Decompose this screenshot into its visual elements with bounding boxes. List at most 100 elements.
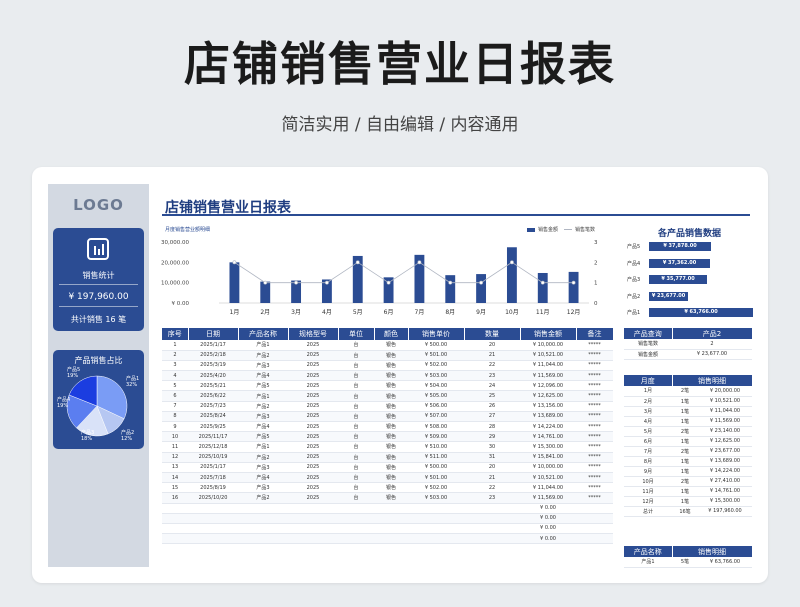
table-cell[interactable]: 产品4 — [238, 370, 288, 382]
table-cell[interactable]: 台 — [338, 492, 374, 504]
table-cell[interactable] — [188, 533, 238, 545]
table-cell[interactable] — [576, 533, 613, 545]
table-cell[interactable] — [162, 513, 188, 524]
table-cell[interactable]: 产品1 — [238, 340, 288, 351]
table-cell[interactable]: 产品2 — [238, 401, 288, 412]
table-cell[interactable] — [464, 513, 520, 524]
table-cell[interactable]: 2025 — [288, 462, 338, 473]
table-cell[interactable]: 2025 — [288, 431, 338, 443]
table-cell[interactable]: 9 — [162, 421, 188, 433]
table-cell[interactable]: 2025/7/23 — [188, 401, 238, 412]
table-cell[interactable]: 2 — [162, 350, 188, 361]
table-cell[interactable] — [374, 533, 408, 545]
query-product-select[interactable]: 产品2 — [672, 328, 753, 339]
table-cell[interactable]: ¥ 15,841.00 — [520, 452, 576, 463]
table-cell[interactable] — [374, 523, 408, 535]
table-cell[interactable]: 银色 — [374, 350, 408, 361]
table-cell[interactable]: ***** — [576, 492, 613, 504]
table-cell[interactable]: ¥ 11,569.00 — [520, 492, 576, 504]
table-cell[interactable]: 台 — [338, 370, 374, 382]
table-cell[interactable] — [464, 503, 520, 514]
table-cell[interactable]: 台 — [338, 482, 374, 494]
table-cell[interactable]: 台 — [338, 350, 374, 361]
table-cell[interactable]: ¥ 508.00 — [408, 421, 464, 433]
table-cell[interactable]: 产品5 — [238, 431, 288, 443]
table-cell[interactable]: 台 — [338, 390, 374, 402]
table-cell[interactable]: 银色 — [374, 431, 408, 443]
table-cell[interactable]: ***** — [576, 401, 613, 412]
table-cell[interactable]: ¥ 10,521.00 — [520, 472, 576, 484]
table-cell[interactable]: 银色 — [374, 370, 408, 382]
table-cell[interactable]: ¥ 501.00 — [408, 350, 464, 361]
table-cell[interactable]: 14 — [162, 472, 188, 484]
table-cell[interactable]: 7 — [162, 401, 188, 412]
table-cell[interactable]: 银色 — [374, 472, 408, 484]
table-cell[interactable]: 银色 — [374, 340, 408, 351]
table-cell[interactable]: 31 — [464, 452, 520, 463]
table-cell[interactable] — [288, 523, 338, 535]
table-cell[interactable]: ¥ 0.00 — [520, 513, 576, 524]
table-cell[interactable]: ¥ 14,761.00 — [520, 431, 576, 443]
table-cell[interactable]: 产品2 — [238, 350, 288, 361]
table-cell[interactable]: ***** — [576, 370, 613, 382]
table-cell[interactable]: ¥ 509.00 — [408, 431, 464, 443]
table-cell[interactable]: 台 — [338, 472, 374, 484]
table-cell[interactable]: 1 — [162, 340, 188, 351]
table-cell[interactable]: 2025/5/21 — [188, 380, 238, 392]
table-cell[interactable]: 24 — [464, 380, 520, 392]
table-cell[interactable]: 2025/3/19 — [188, 360, 238, 372]
table-cell[interactable]: 银色 — [374, 421, 408, 433]
table-cell[interactable]: 13 — [162, 462, 188, 473]
table-cell[interactable]: 4 — [162, 370, 188, 382]
table-cell[interactable]: 台 — [338, 441, 374, 453]
table-cell[interactable]: 20 — [464, 340, 520, 351]
table-cell[interactable]: 台 — [338, 421, 374, 433]
table-cell[interactable]: ¥ 500.00 — [408, 462, 464, 473]
table-cell[interactable]: ¥ 502.00 — [408, 360, 464, 372]
table-cell[interactable] — [338, 513, 374, 524]
table-cell[interactable]: ***** — [576, 340, 613, 351]
table-cell[interactable]: 银色 — [374, 482, 408, 494]
table-cell[interactable] — [288, 513, 338, 524]
table-cell[interactable]: 台 — [338, 401, 374, 412]
table-cell[interactable] — [374, 513, 408, 524]
table-cell[interactable]: 2025/12/18 — [188, 441, 238, 453]
table-cell[interactable]: 产品4 — [238, 421, 288, 433]
table-cell[interactable]: 银色 — [374, 380, 408, 392]
table-cell[interactable]: ¥ 11,044.00 — [520, 482, 576, 494]
table-cell[interactable]: 台 — [338, 360, 374, 372]
table-cell[interactable] — [162, 503, 188, 514]
table-cell[interactable]: 2025 — [288, 421, 338, 433]
table-cell[interactable]: 2025/1/17 — [188, 340, 238, 351]
table-cell[interactable]: 产品1 — [238, 390, 288, 402]
table-cell[interactable]: ¥ 501.00 — [408, 472, 464, 484]
table-cell[interactable] — [408, 523, 464, 535]
table-cell[interactable]: 21 — [464, 350, 520, 361]
table-cell[interactable]: ¥ 502.00 — [408, 482, 464, 494]
table-cell[interactable] — [288, 533, 338, 545]
table-cell[interactable]: 台 — [338, 431, 374, 443]
table-cell[interactable]: ¥ 510.00 — [408, 441, 464, 453]
table-cell[interactable]: 2025/9/25 — [188, 421, 238, 433]
table-cell[interactable]: 银色 — [374, 401, 408, 412]
table-cell[interactable]: ***** — [576, 472, 613, 484]
table-cell[interactable] — [238, 523, 288, 535]
table-cell[interactable]: 银色 — [374, 441, 408, 453]
table-cell[interactable]: ¥ 11,044.00 — [520, 360, 576, 372]
table-cell[interactable]: ¥ 505.00 — [408, 390, 464, 402]
table-cell[interactable]: ***** — [576, 482, 613, 494]
table-cell[interactable]: 30 — [464, 441, 520, 453]
table-cell[interactable]: 28 — [464, 421, 520, 433]
table-cell[interactable]: 27 — [464, 411, 520, 423]
table-cell[interactable]: 5 — [162, 380, 188, 392]
table-cell[interactable]: 2025/6/22 — [188, 390, 238, 402]
table-cell[interactable]: 22 — [464, 482, 520, 494]
table-cell[interactable]: 2025/1/17 — [188, 462, 238, 473]
table-cell[interactable]: ¥ 503.00 — [408, 492, 464, 504]
table-cell[interactable]: 2025/7/18 — [188, 472, 238, 484]
table-cell[interactable] — [576, 513, 613, 524]
table-cell[interactable]: ¥ 503.00 — [408, 370, 464, 382]
table-cell[interactable]: ¥ 14,224.00 — [520, 421, 576, 433]
table-cell[interactable]: 2025 — [288, 360, 338, 372]
table-cell[interactable] — [464, 523, 520, 535]
